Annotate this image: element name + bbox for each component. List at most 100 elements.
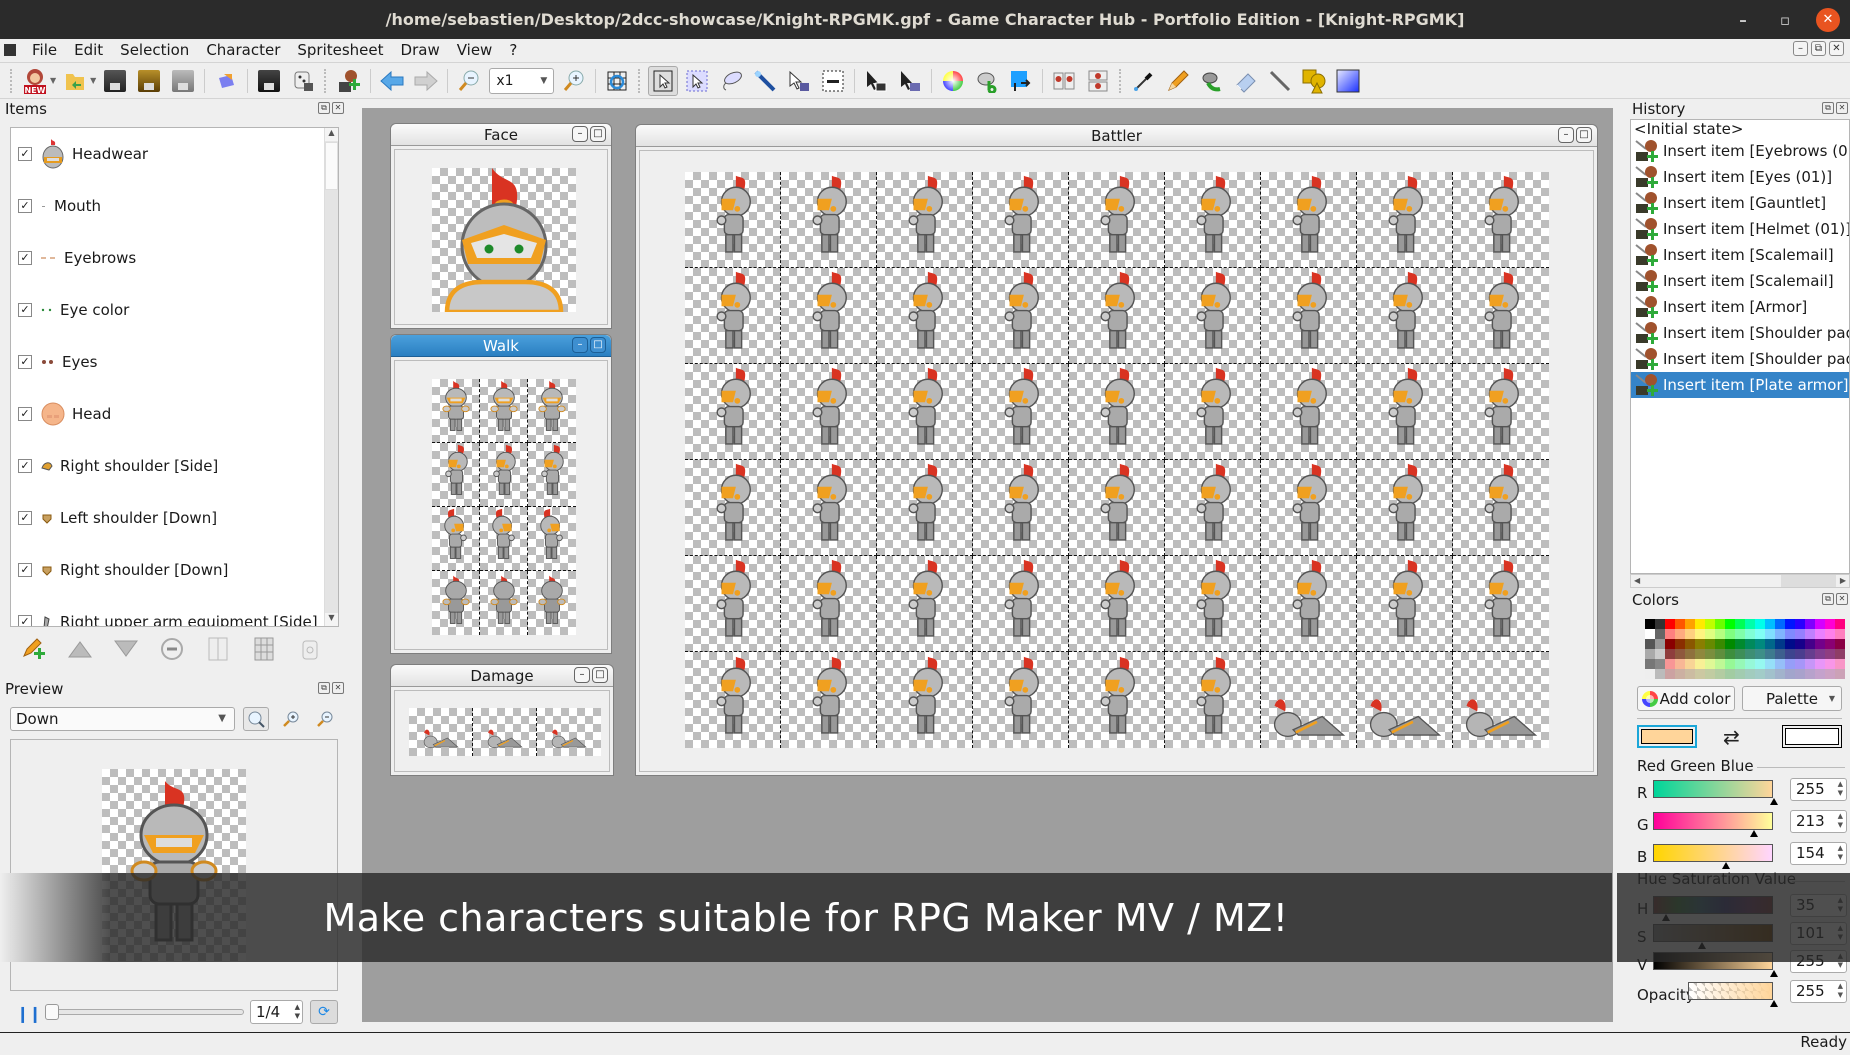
sprite-frame[interactable] [1453,172,1549,268]
palette-swatch[interactable] [1705,659,1715,669]
sprite-frame[interactable] [1357,172,1453,268]
sprite-frame[interactable] [480,507,528,571]
palette-swatch[interactable] [1655,659,1665,669]
palette-swatch[interactable] [1695,619,1705,629]
open-dropdown-arrow[interactable]: ▼ [90,76,96,85]
list-item[interactable]: ✓ Right shoulder [Down] [11,544,338,596]
r-slider[interactable] [1653,780,1778,805]
palette-swatch[interactable] [1695,649,1705,659]
toolbar-grip[interactable] [638,68,642,93]
palette-swatch[interactable] [1815,649,1825,659]
flip-icon[interactable] [1083,66,1113,96]
sprite-frame[interactable] [781,460,877,556]
palette-swatch[interactable] [1645,669,1655,679]
face-window[interactable]: Face – □ [390,123,612,329]
sprite-frame[interactable] [973,172,1069,268]
visibility-checkbox[interactable]: ✓ [18,407,32,421]
close-icon[interactable]: ✕ [1836,593,1848,605]
pause-icon[interactable]: ❙❙ [16,1004,42,1023]
palette-swatch[interactable] [1775,619,1785,629]
sprite-frame[interactable] [1165,268,1261,364]
palette-swatch[interactable] [1755,669,1765,679]
palette-swatch[interactable] [1715,629,1725,639]
palette-swatch[interactable] [1645,619,1655,629]
palette-swatch[interactable] [1665,669,1675,679]
sprite-frame[interactable] [1261,268,1357,364]
maximize-icon[interactable]: □ [592,667,608,683]
history-entry[interactable]: Insert item [Scalemail] [1631,268,1849,294]
sprite-frame[interactable] [473,708,537,756]
palette-swatch[interactable] [1785,649,1795,659]
sheet-icon[interactable] [250,635,278,663]
sprite-frame[interactable] [1261,460,1357,556]
remove-icon[interactable] [158,635,186,663]
scroll-left-arrow[interactable]: ◀ [1634,576,1640,585]
palette-swatch[interactable] [1675,649,1685,659]
palette-swatch[interactable] [1825,619,1835,629]
menu-file[interactable]: File [24,41,66,59]
history-hscrollbar[interactable]: ◀ ▶ [1630,574,1850,588]
mirror-icon[interactable] [1049,66,1079,96]
palette-swatch[interactable] [1825,629,1835,639]
palette-swatch[interactable] [1645,659,1655,669]
scroll-down-arrow[interactable]: ▼ [325,613,338,626]
transform-icon[interactable] [1006,66,1036,96]
palette-swatch[interactable] [1775,649,1785,659]
palette-swatch[interactable] [1765,619,1775,629]
slider-marker[interactable] [1770,970,1778,977]
palette-swatch[interactable] [1675,629,1685,639]
save-as-icon[interactable] [134,66,164,96]
line-icon[interactable] [1265,66,1295,96]
palette-swatch[interactable] [1695,669,1705,679]
color-palette[interactable] [1645,619,1845,679]
direction-select[interactable]: Down ▼ [10,707,235,731]
palette-swatch[interactable] [1655,669,1665,679]
palette-swatch[interactable] [1805,629,1815,639]
face-window-titlebar[interactable]: Face – □ [391,124,611,146]
palette-swatch[interactable] [1755,649,1765,659]
history-entry[interactable]: Insert item [Eyes (01)] [1631,164,1849,190]
palette-swatch[interactable] [1835,619,1845,629]
palette-swatch[interactable] [1765,649,1775,659]
menu-spritesheet[interactable]: Spritesheet [289,41,392,59]
pointer-icon[interactable] [648,65,679,96]
float-icon[interactable]: ⧉ [318,102,330,114]
primary-color-swatch[interactable] [1637,725,1697,748]
undo-icon[interactable] [377,66,407,96]
minimize-icon[interactable]: – [574,667,590,683]
select-cells-icon[interactable] [784,66,814,96]
maximize-icon[interactable]: □ [1576,127,1592,143]
palette-swatch[interactable] [1665,649,1675,659]
sprite-frame[interactable] [1261,652,1357,748]
damage-window-titlebar[interactable]: Damage – □ [391,665,613,687]
sprite-frame[interactable] [1069,460,1165,556]
sprite-frame[interactable] [528,571,576,635]
sprite-frame[interactable] [1165,460,1261,556]
sprite-frame[interactable] [781,364,877,460]
palette-swatch[interactable] [1735,659,1745,669]
mdi-close-button[interactable]: ✕ [1829,41,1844,56]
float-icon[interactable]: ⧉ [1822,593,1834,605]
gradient-icon[interactable] [1333,66,1363,96]
palette-swatch[interactable] [1795,669,1805,679]
palette-swatch[interactable] [1825,639,1835,649]
palette-swatch[interactable] [1735,649,1745,659]
sprite-frame[interactable] [1069,652,1165,748]
battler-window[interactable]: Battler – □ [635,124,1598,776]
close-button[interactable]: ✕ [1816,7,1840,32]
palette-swatch[interactable] [1785,619,1795,629]
palette-swatch[interactable] [1695,639,1705,649]
sprite-frame[interactable] [480,443,528,507]
sprite-frame[interactable] [1453,268,1549,364]
spin-arrows-icon[interactable]: ▲ ▼ [295,1003,300,1021]
palette-swatch[interactable] [1675,619,1685,629]
v-spinbox[interactable]: 255 ▲ ▼ [1790,950,1847,973]
list-item[interactable]: ✓ Eyes [11,336,338,388]
palette-swatch[interactable] [1705,639,1715,649]
sprite-frame[interactable] [1165,172,1261,268]
minimize-icon[interactable]: – [1558,127,1574,143]
list-item[interactable]: ✓ Right shoulder [Side] [11,440,338,492]
sprite-frame[interactable] [877,172,973,268]
palette-swatch[interactable] [1825,649,1835,659]
palette-swatch[interactable] [1805,619,1815,629]
